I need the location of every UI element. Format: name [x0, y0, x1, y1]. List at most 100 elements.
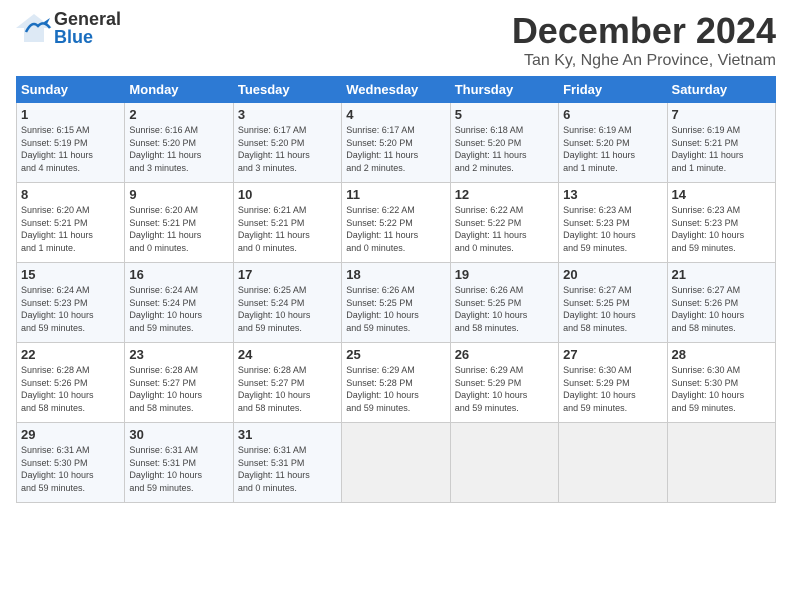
day-number: 16 — [129, 267, 228, 282]
day-number: 18 — [346, 267, 445, 282]
calendar-cell — [450, 423, 558, 503]
day-info: Sunrise: 6:19 AMSunset: 5:21 PMDaylight:… — [672, 124, 771, 174]
calendar-cell: 10 Sunrise: 6:21 AMSunset: 5:21 PMDayligh… — [233, 183, 341, 263]
day-info: Sunrise: 6:17 AMSunset: 5:20 PMDaylight:… — [238, 124, 337, 174]
weekday-header-saturday: Saturday — [667, 77, 775, 103]
calendar-cell: 30 Sunrise: 6:31 AMSunset: 5:31 PMDayligh… — [125, 423, 233, 503]
calendar-cell: 4Sunrise: 6:17 AMSunset: 5:20 PMDaylight… — [342, 103, 450, 183]
calendar-cell: 28 Sunrise: 6:30 AMSunset: 5:30 PMDayligh… — [667, 343, 775, 423]
calendar-cell: 26 Sunrise: 6:29 AMSunset: 5:29 PMDayligh… — [450, 343, 558, 423]
day-info: Sunrise: 6:19 AMSunset: 5:20 PMDaylight:… — [563, 124, 662, 174]
calendar-cell: 29Sunrise: 6:31 AMSunset: 5:30 PMDayligh… — [17, 423, 125, 503]
logo: General Blue — [16, 10, 121, 46]
day-number: 23 — [129, 347, 228, 362]
calendar-cell: 31 Sunrise: 6:31 AMSunset: 5:31 PMDayligh… — [233, 423, 341, 503]
calendar-cell: 17 Sunrise: 6:25 AMSunset: 5:24 PMDayligh… — [233, 263, 341, 343]
day-number: 13 — [563, 187, 662, 202]
weekday-header-sunday: Sunday — [17, 77, 125, 103]
day-number: 10 — [238, 187, 337, 202]
calendar-cell: 21 Sunrise: 6:27 AMSunset: 5:26 PMDayligh… — [667, 263, 775, 343]
calendar-cell: 12 Sunrise: 6:22 AMSunset: 5:22 PMDayligh… — [450, 183, 558, 263]
calendar-cell: 3 Sunrise: 6:17 AMSunset: 5:20 PMDaylight… — [233, 103, 341, 183]
weekday-header-tuesday: Tuesday — [233, 77, 341, 103]
title-block: December 2024 Tan Ky, Nghe An Province, … — [512, 10, 776, 70]
calendar-cell: 1Sunrise: 6:15 AMSunset: 5:19 PMDaylight… — [17, 103, 125, 183]
day-number: 5 — [455, 107, 554, 122]
calendar-cell: 5Sunrise: 6:18 AMSunset: 5:20 PMDaylight… — [450, 103, 558, 183]
calendar-cell — [342, 423, 450, 503]
calendar-week-4: 22 Sunrise: 6:28 AMSunset: 5:26 PMDayligh… — [17, 343, 776, 423]
calendar-cell: 15 Sunrise: 6:24 AMSunset: 5:23 PMDayligh… — [17, 263, 125, 343]
weekday-header-monday: Monday — [125, 77, 233, 103]
logo-blue-text: Blue — [54, 28, 121, 46]
logo-name: General Blue — [54, 10, 121, 46]
calendar-cell — [667, 423, 775, 503]
day-info: Sunrise: 6:25 AMSunset: 5:24 PMDaylight:… — [238, 284, 337, 334]
day-number: 15 — [21, 267, 120, 282]
calendar-table: SundayMondayTuesdayWednesdayThursdayFrid… — [16, 76, 776, 503]
header: General Blue December 2024 Tan Ky, Nghe … — [16, 10, 776, 70]
day-info: Sunrise: 6:30 AMSunset: 5:30 PMDaylight:… — [672, 364, 771, 414]
day-number: 27 — [563, 347, 662, 362]
calendar-cell: 8 Sunrise: 6:20 AMSunset: 5:21 PMDaylight… — [17, 183, 125, 263]
day-info: Sunrise: 6:20 AMSunset: 5:21 PMDaylight:… — [129, 204, 228, 254]
day-number: 20 — [563, 267, 662, 282]
day-info: Sunrise: 6:27 AMSunset: 5:26 PMDaylight:… — [672, 284, 771, 334]
day-info: Sunrise: 6:20 AMSunset: 5:21 PMDaylight:… — [21, 204, 120, 254]
day-info: Sunrise: 6:29 AMSunset: 5:28 PMDaylight:… — [346, 364, 445, 414]
logo-icon — [16, 10, 52, 46]
weekday-header-row: SundayMondayTuesdayWednesdayThursdayFrid… — [17, 77, 776, 103]
logo-general-text: General — [54, 10, 121, 28]
day-number: 31 — [238, 427, 337, 442]
calendar-week-2: 8 Sunrise: 6:20 AMSunset: 5:21 PMDaylight… — [17, 183, 776, 263]
day-info: Sunrise: 6:31 AMSunset: 5:31 PMDaylight:… — [238, 444, 337, 494]
day-number: 30 — [129, 427, 228, 442]
calendar-cell: 19Sunrise: 6:26 AMSunset: 5:25 PMDayligh… — [450, 263, 558, 343]
calendar-cell: 13Sunrise: 6:23 AMSunset: 5:23 PMDayligh… — [559, 183, 667, 263]
calendar-cell: 22 Sunrise: 6:28 AMSunset: 5:26 PMDayligh… — [17, 343, 125, 423]
day-info: Sunrise: 6:31 AMSunset: 5:31 PMDaylight:… — [129, 444, 228, 494]
day-number: 21 — [672, 267, 771, 282]
weekday-header-wednesday: Wednesday — [342, 77, 450, 103]
subtitle: Tan Ky, Nghe An Province, Vietnam — [512, 52, 776, 70]
day-number: 8 — [21, 187, 120, 202]
day-number: 17 — [238, 267, 337, 282]
day-info: Sunrise: 6:22 AMSunset: 5:22 PMDaylight:… — [455, 204, 554, 254]
calendar-cell: 16Sunrise: 6:24 AMSunset: 5:24 PMDayligh… — [125, 263, 233, 343]
day-info: Sunrise: 6:26 AMSunset: 5:25 PMDaylight:… — [455, 284, 554, 334]
weekday-header-thursday: Thursday — [450, 77, 558, 103]
day-number: 2 — [129, 107, 228, 122]
day-number: 6 — [563, 107, 662, 122]
day-number: 28 — [672, 347, 771, 362]
calendar-cell: 27 Sunrise: 6:30 AMSunset: 5:29 PMDayligh… — [559, 343, 667, 423]
day-number: 7 — [672, 107, 771, 122]
day-info: Sunrise: 6:21 AMSunset: 5:21 PMDaylight:… — [238, 204, 337, 254]
day-info: Sunrise: 6:30 AMSunset: 5:29 PMDaylight:… — [563, 364, 662, 414]
calendar-week-1: 1Sunrise: 6:15 AMSunset: 5:19 PMDaylight… — [17, 103, 776, 183]
calendar-cell: 6 Sunrise: 6:19 AMSunset: 5:20 PMDaylight… — [559, 103, 667, 183]
day-info: Sunrise: 6:27 AMSunset: 5:25 PMDaylight:… — [563, 284, 662, 334]
weekday-header-friday: Friday — [559, 77, 667, 103]
day-number: 24 — [238, 347, 337, 362]
day-info: Sunrise: 6:15 AMSunset: 5:19 PMDaylight:… — [21, 124, 120, 174]
calendar-cell: 14Sunrise: 6:23 AMSunset: 5:23 PMDayligh… — [667, 183, 775, 263]
day-info: Sunrise: 6:24 AMSunset: 5:23 PMDaylight:… — [21, 284, 120, 334]
day-info: Sunrise: 6:28 AMSunset: 5:26 PMDaylight:… — [21, 364, 120, 414]
day-number: 25 — [346, 347, 445, 362]
calendar-cell: 20 Sunrise: 6:27 AMSunset: 5:25 PMDayligh… — [559, 263, 667, 343]
day-number: 9 — [129, 187, 228, 202]
calendar-cell: 11Sunrise: 6:22 AMSunset: 5:22 PMDayligh… — [342, 183, 450, 263]
calendar-cell: 2Sunrise: 6:16 AMSunset: 5:20 PMDaylight… — [125, 103, 233, 183]
day-number: 12 — [455, 187, 554, 202]
day-info: Sunrise: 6:17 AMSunset: 5:20 PMDaylight:… — [346, 124, 445, 174]
day-number: 29 — [21, 427, 120, 442]
day-info: Sunrise: 6:23 AMSunset: 5:23 PMDaylight:… — [672, 204, 771, 254]
day-number: 11 — [346, 187, 445, 202]
day-number: 22 — [21, 347, 120, 362]
day-number: 26 — [455, 347, 554, 362]
calendar-cell: 25 Sunrise: 6:29 AMSunset: 5:28 PMDayligh… — [342, 343, 450, 423]
day-number: 3 — [238, 107, 337, 122]
calendar-week-5: 29Sunrise: 6:31 AMSunset: 5:30 PMDayligh… — [17, 423, 776, 503]
day-info: Sunrise: 6:29 AMSunset: 5:29 PMDaylight:… — [455, 364, 554, 414]
calendar-cell — [559, 423, 667, 503]
